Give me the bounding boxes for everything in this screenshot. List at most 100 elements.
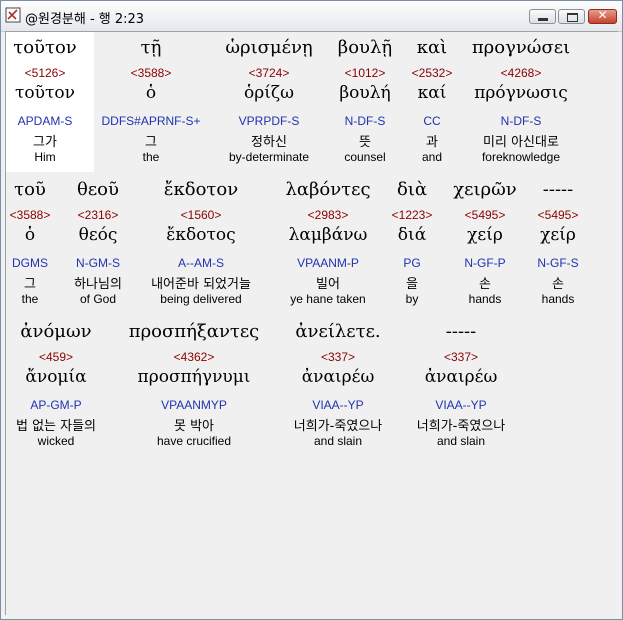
strong-number[interactable]: <3724> bbox=[249, 66, 290, 80]
korean-gloss: 그가 bbox=[33, 135, 57, 150]
greek-word: βουλῇ bbox=[337, 37, 393, 58]
strong-number[interactable]: <3588> bbox=[131, 66, 172, 80]
greek-word: προγνώσει bbox=[471, 37, 571, 58]
parsing-code: APDAM-S bbox=[17, 114, 73, 128]
app-window: @원경분해 - 행 2:23 ✕ τοῦτον <5126> τοῦτον AP… bbox=[0, 0, 623, 620]
parsing-code: N-GF-S bbox=[537, 256, 579, 270]
strong-number[interactable]: <2316> bbox=[78, 208, 119, 222]
parsing-code: VPAANM-P bbox=[297, 256, 359, 270]
korean-gloss: 손 bbox=[479, 277, 491, 292]
strong-number[interactable]: <5495> bbox=[538, 208, 579, 222]
english-gloss: by-determinate bbox=[228, 150, 310, 164]
english-gloss: foreknowledge bbox=[481, 150, 561, 164]
korean-gloss: 내어준바 되었거늘 bbox=[151, 277, 251, 292]
english-gloss: by bbox=[405, 292, 419, 306]
lemma: πρόγνωσις bbox=[474, 83, 568, 103]
greek-word: ----- bbox=[445, 321, 477, 342]
strong-number[interactable]: <2983> bbox=[308, 208, 349, 222]
parsing-code: VIAA--YP bbox=[435, 398, 487, 412]
lemma: καί bbox=[417, 83, 447, 103]
strong-number[interactable]: <4268> bbox=[501, 66, 542, 80]
korean-gloss: 못 박아 bbox=[173, 419, 215, 434]
greek-word: λαβόντες bbox=[285, 179, 371, 200]
korean-gloss: 법 없는 자들의 bbox=[15, 419, 97, 434]
strong-number[interactable]: <1223> bbox=[392, 208, 433, 222]
parsing-code: VPAANMYP bbox=[161, 398, 227, 412]
greek-word: τοῦτον bbox=[13, 37, 77, 58]
english-gloss: hands bbox=[541, 292, 575, 306]
korean-gloss: 을 bbox=[406, 277, 418, 292]
strong-number[interactable]: <5126> bbox=[25, 66, 66, 80]
greek-word: καὶ bbox=[416, 37, 448, 58]
lemma: χείρ bbox=[540, 225, 576, 245]
close-icon: ✕ bbox=[597, 8, 608, 22]
greek-word: τῇ bbox=[140, 37, 162, 58]
strong-number[interactable]: <4362> bbox=[174, 350, 215, 364]
english-gloss: have crucified bbox=[156, 434, 232, 448]
parsing-code: DDFS#APRNF-S+ bbox=[101, 114, 201, 128]
strong-number[interactable]: <2532> bbox=[412, 66, 453, 80]
english-gloss: hands bbox=[468, 292, 502, 306]
strong-number[interactable]: <3588> bbox=[10, 208, 51, 222]
english-gloss: and slain bbox=[313, 434, 363, 448]
english-gloss: wicked bbox=[37, 434, 75, 448]
greek-word: χειρῶν bbox=[453, 179, 517, 200]
parsing-code: VPRPDF-S bbox=[238, 114, 300, 128]
parsing-code: DGMS bbox=[12, 256, 48, 270]
english-gloss: of God bbox=[79, 292, 117, 306]
strong-number[interactable]: <5495> bbox=[465, 208, 506, 222]
lemma: χείρ bbox=[467, 225, 503, 245]
english-gloss: the bbox=[142, 150, 160, 164]
lemma: ἀναιρέω bbox=[301, 367, 375, 387]
parsing-code: A--AM-S bbox=[178, 256, 224, 270]
parsing-code: N-DF-S bbox=[500, 114, 542, 128]
minimize-button[interactable] bbox=[529, 9, 556, 24]
korean-gloss: 너희가-죽였으나 bbox=[293, 419, 383, 434]
lemma: προσπήγνυμι bbox=[137, 367, 251, 387]
korean-gloss: 너희가-죽였으나 bbox=[416, 419, 506, 434]
lemma: ὁρίζω bbox=[244, 83, 294, 103]
lemma: ἄνομία bbox=[25, 367, 87, 387]
parsing-code: PG bbox=[403, 256, 421, 270]
greek-word: ἔκδοτον bbox=[163, 179, 239, 200]
korean-gloss: 하나님의 bbox=[74, 277, 122, 292]
maximize-icon bbox=[567, 13, 578, 22]
greek-word: τοῦ bbox=[14, 179, 46, 200]
korean-gloss: 과 bbox=[426, 135, 438, 150]
bible-app-icon bbox=[5, 7, 21, 23]
lemma: ἀναιρέω bbox=[424, 367, 498, 387]
english-gloss: ye hane taken bbox=[290, 292, 366, 306]
greek-word: θεοῦ bbox=[77, 179, 119, 200]
strong-number[interactable]: <1560> bbox=[181, 208, 222, 222]
lemma: τοῦτον bbox=[15, 83, 75, 103]
strong-number[interactable]: <337> bbox=[444, 350, 478, 364]
english-gloss: Him bbox=[34, 150, 56, 164]
strong-number[interactable]: <459> bbox=[39, 350, 73, 364]
interlinear-panel: τοῦτον <5126> τοῦτον APDAM-S 그가 Him τῇ <… bbox=[5, 31, 619, 616]
lemma: ὁ bbox=[145, 83, 157, 103]
parsing-code: VIAA--YP bbox=[312, 398, 364, 412]
parsing-code: CC bbox=[423, 114, 441, 128]
korean-gloss: 손 bbox=[552, 277, 564, 292]
greek-word: ὡρισμένῃ bbox=[225, 37, 313, 58]
korean-gloss: 정하신 bbox=[251, 135, 287, 150]
greek-word: ----- bbox=[542, 179, 574, 200]
english-gloss: counsel bbox=[344, 150, 386, 164]
close-button[interactable]: ✕ bbox=[588, 8, 617, 24]
strong-number[interactable]: <1012> bbox=[345, 66, 386, 80]
korean-gloss: 미리 아신대로 bbox=[483, 135, 559, 150]
maximize-button[interactable] bbox=[558, 9, 585, 24]
lemma: λαμβάνω bbox=[288, 225, 368, 245]
korean-gloss: 빌어 bbox=[316, 277, 340, 292]
parsing-code: AP-GM-P bbox=[30, 398, 82, 412]
parsing-code: N-GM-S bbox=[76, 256, 120, 270]
greek-word: ἀνόμων bbox=[20, 321, 92, 342]
lemma: θεός bbox=[78, 225, 118, 245]
strong-number[interactable]: <337> bbox=[321, 350, 355, 364]
english-gloss: being delivered bbox=[160, 292, 242, 306]
korean-gloss: 그 bbox=[24, 277, 36, 292]
lemma: διά bbox=[397, 225, 427, 245]
english-gloss: and slain bbox=[436, 434, 486, 448]
title-bar: @원경분해 - 행 2:23 ✕ bbox=[1, 1, 622, 32]
lemma: ἔκδοτος bbox=[166, 225, 236, 245]
